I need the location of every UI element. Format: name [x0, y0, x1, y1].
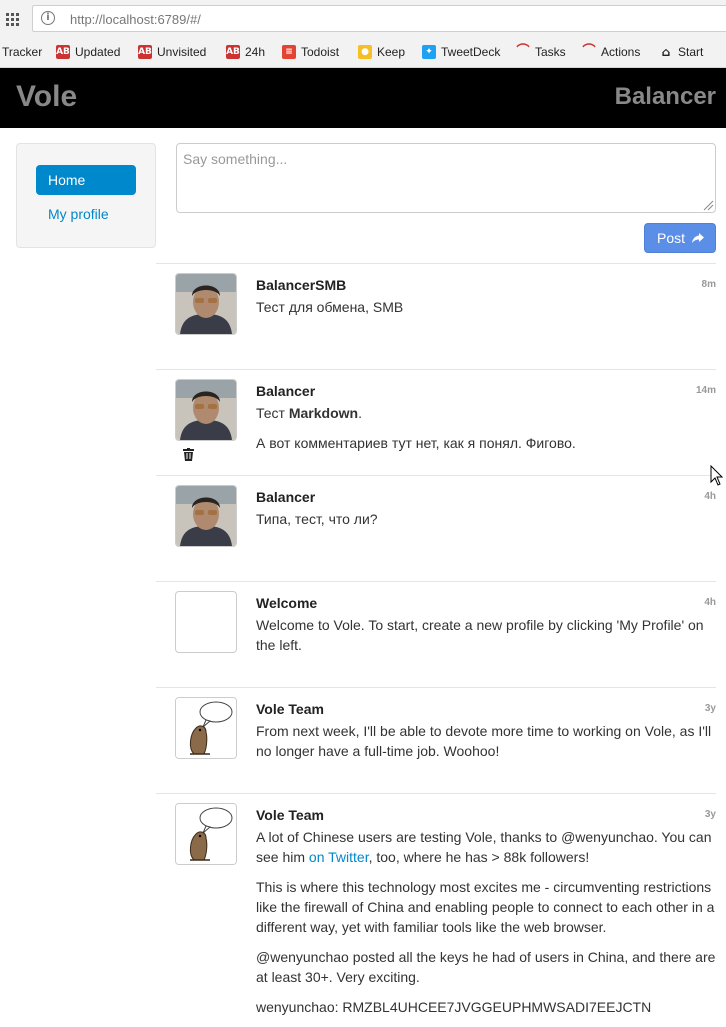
ab-icon: AB	[226, 45, 240, 59]
bookmark-label: Todoist	[301, 45, 340, 59]
avatar[interactable]	[175, 697, 237, 759]
avatar[interactable]	[175, 273, 237, 335]
post-body: Тест для обмена, SMB	[256, 297, 716, 327]
post-text: Welcome to Vole. To start, create a new …	[256, 617, 704, 653]
post-body: Типа, тест, что ли?	[256, 509, 716, 539]
avatar[interactable]	[175, 379, 237, 441]
bookmark-tracker[interactable]: Tracker	[2, 45, 42, 59]
feed-post: Balancer 4h Типа, тест, что ли?	[156, 475, 716, 581]
post-time: 3y	[704, 809, 716, 820]
browser-toolbar: i http://localhost:6789/#/	[0, 0, 726, 38]
user-photo	[176, 380, 236, 440]
post-author[interactable]: Balancer	[256, 383, 315, 399]
tasks-icon: ⌒	[516, 44, 530, 59]
app-header: Vole Balancer	[0, 68, 726, 128]
post-text: Тест для обмена, SMB	[256, 299, 404, 315]
bookmark-start[interactable]: ⌂ Start	[659, 45, 704, 59]
avatar-blank[interactable]	[175, 591, 237, 653]
bookmark-label: Unvisited	[157, 45, 207, 59]
vole-mascot-icon	[176, 698, 236, 758]
post-text-span: , too, where he has > 88k followers!	[368, 849, 590, 865]
post-text: Типа, тест, что ли?	[256, 511, 378, 527]
avatar[interactable]	[175, 485, 237, 547]
post-time: 14m	[695, 385, 716, 396]
bookmarks-bar: Tracker AB Updated AB Unvisited AB 24h ≡…	[0, 38, 726, 68]
post-text: This is where this technology most excit…	[256, 879, 715, 935]
bookmark-label: Tracker	[2, 45, 43, 59]
bookmark-tasks[interactable]: ⌒ Tasks	[516, 44, 566, 60]
post-author[interactable]: Vole Team	[256, 701, 324, 717]
post-time: 4h	[704, 597, 716, 608]
bookmark-keep[interactable]: ● Keep	[358, 45, 405, 59]
twitter-link[interactable]: on Twitter	[309, 849, 369, 865]
trash-icon[interactable]	[183, 448, 194, 461]
bookmark-label: Tasks	[535, 45, 566, 59]
resize-grip-icon[interactable]	[702, 199, 714, 211]
ab-icon: AB	[56, 45, 70, 59]
ab-icon: AB	[138, 45, 152, 59]
bookmark-label: TweetDeck	[441, 45, 501, 59]
user-photo	[176, 486, 236, 546]
brand-logo[interactable]: Vole	[16, 80, 77, 114]
address-bar[interactable]: i http://localhost:6789/#/	[32, 5, 726, 32]
post-text: A lot of Chinese users are testing Vole,…	[256, 827, 716, 867]
post-feed: BalancerSMB 8m Тест для обмена, SMB Bala…	[156, 263, 716, 1023]
home-icon: ⌂	[661, 45, 671, 59]
feed-post: Vole Team 3y From next week, I'll be abl…	[156, 687, 716, 793]
user-photo	[176, 274, 236, 334]
compose-input[interactable]	[176, 143, 716, 213]
post-time: 3y	[704, 703, 716, 714]
bookmark-tweetdeck[interactable]: ✦ TweetDeck	[422, 45, 500, 59]
bookmark-todoist[interactable]: ≡ Todoist	[282, 45, 339, 59]
post-body: Тест Markdown. А вот комментариев тут не…	[256, 403, 716, 463]
actions-icon: ⌒	[582, 44, 596, 59]
bookmark-label: Updated	[75, 45, 121, 59]
post-author[interactable]: Welcome	[256, 595, 317, 611]
feed-post: Vole Team 3y A lot of Chinese users are …	[156, 793, 716, 1023]
post-text-span: .	[358, 405, 362, 421]
post-text: Тест Markdown.	[256, 403, 716, 423]
post-button[interactable]: Post	[644, 223, 716, 253]
bookmark-label: Start	[678, 45, 704, 59]
bookmark-updated[interactable]: AB Updated	[56, 45, 120, 59]
avatar[interactable]	[175, 803, 237, 865]
bookmark-label: Actions	[601, 45, 641, 59]
nav-my-profile-link[interactable]: My profile	[48, 206, 109, 222]
post-text-bold: Markdown	[288, 405, 359, 421]
bookmark-label: Keep	[377, 45, 406, 59]
keep-icon: ●	[358, 45, 372, 59]
bookmark-24h[interactable]: AB 24h	[226, 45, 265, 59]
mouse-cursor-icon	[710, 465, 724, 486]
post-text: From next week, I'll be able to devote m…	[256, 723, 712, 759]
bookmark-label: 24h	[245, 45, 266, 59]
bookmark-actions[interactable]: ⌒ Actions	[582, 44, 641, 60]
post-time: 8m	[701, 279, 716, 290]
site-info-icon[interactable]: i	[41, 11, 55, 25]
post-text: @wenyunchao posted all the keys he had o…	[256, 949, 716, 985]
post-author[interactable]: Balancer	[256, 489, 315, 505]
feed-post: Welcome 4h Welcome to Vole. To start, cr…	[156, 581, 716, 687]
todoist-icon: ≡	[282, 45, 296, 59]
post-author[interactable]: Vole Team	[256, 807, 324, 823]
post-body: Welcome to Vole. To start, create a new …	[256, 615, 716, 665]
feed-post: Balancer 14m Тест Markdown. А вот коммен…	[156, 369, 716, 475]
current-user-name[interactable]: Balancer	[615, 83, 716, 111]
nav-home-link[interactable]: Home	[36, 165, 136, 195]
tweetdeck-icon: ✦	[422, 45, 436, 59]
post-text: А вот комментариев тут нет, как я понял.…	[256, 435, 576, 451]
post-body: A lot of Chinese users are testing Vole,…	[256, 827, 716, 1027]
post-text: wenyunchao: RMZBL4UHCEE7JVGGEUPHMWSADI7E…	[256, 999, 652, 1015]
post-time: 4h	[704, 491, 716, 502]
feed-post: BalancerSMB 8m Тест для обмена, SMB	[156, 263, 716, 369]
vole-mascot-icon	[176, 804, 236, 864]
bookmark-unvisited[interactable]: AB Unvisited	[138, 45, 206, 59]
post-text-span: Тест	[256, 405, 289, 421]
share-arrow-icon	[692, 233, 704, 243]
post-author[interactable]: BalancerSMB	[256, 277, 346, 293]
apps-grid-icon[interactable]	[6, 13, 19, 26]
sidebar-nav: Home My profile	[16, 143, 156, 248]
post-button-label: Post	[657, 230, 686, 246]
address-text[interactable]: http://localhost:6789/#/	[70, 12, 201, 27]
post-body: From next week, I'll be able to devote m…	[256, 721, 716, 771]
